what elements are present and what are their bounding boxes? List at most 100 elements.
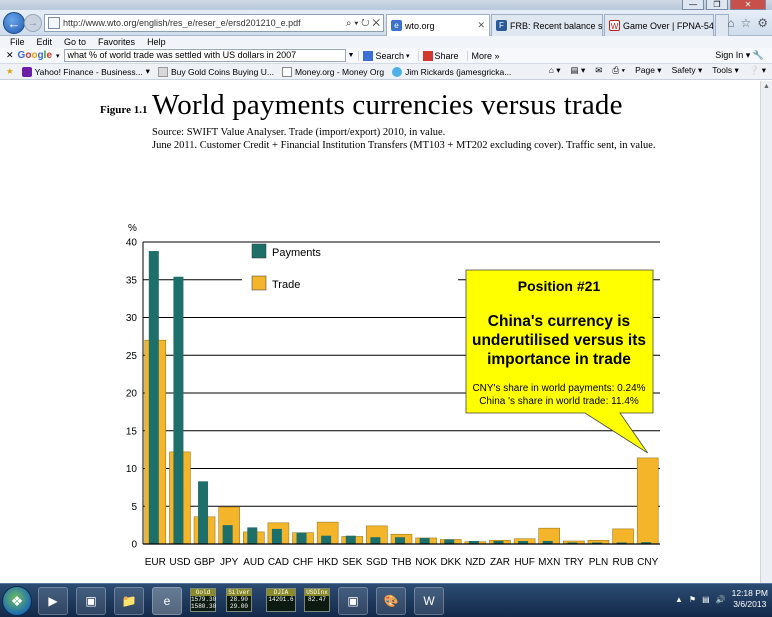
favorite-jim-rickards[interactable]: Jim Rickards (jamesgricka... <box>392 66 512 77</box>
explorer-icon[interactable]: 📁 <box>114 587 144 615</box>
search-label: Search <box>375 50 404 61</box>
favorites-star-icon[interactable]: ☆ <box>740 16 751 30</box>
vertical-scrollbar[interactable]: ▲ <box>760 81 772 583</box>
x-tick-label: PLN <box>589 557 608 568</box>
google-search-input[interactable]: what % of world trade was settled with U… <box>63 49 346 62</box>
y-tick-label: 0 <box>131 540 137 551</box>
menu-safety[interactable]: Safety ▾ <box>672 65 703 76</box>
help-icon[interactable]: ❔ ▾ <box>749 65 766 76</box>
tab-wto[interactable]: e wto.org ✕ <box>386 14 490 36</box>
clock-date: 3/6/2013 <box>733 599 767 609</box>
media-player-icon[interactable]: ▶ <box>38 587 68 615</box>
menu-file[interactable]: File <box>10 37 25 47</box>
network-icon[interactable]: ▤ <box>702 595 710 604</box>
home-icon[interactable]: ⌂ <box>727 16 734 30</box>
gadget-usd-index[interactable]: USDInx 82.47 <box>304 588 330 612</box>
print-icon[interactable]: ⎙ ▾ <box>612 65 625 76</box>
volume-icon[interactable]: 🔊 <box>716 595 726 604</box>
address-actions[interactable]: ⌕ ▾ ↻ ✕ <box>343 18 383 29</box>
bar-payments-eur <box>148 251 159 544</box>
close-tab-icon[interactable]: ✕ <box>477 20 485 31</box>
home-page-icon[interactable]: ⌂ ▾ <box>549 65 561 76</box>
navigation-bar: ← → http://www.wto.org/english/res_e/res… <box>0 10 772 36</box>
pdf-icon: e <box>391 20 402 31</box>
x-tick-label: USD <box>169 557 190 568</box>
tab-game-over[interactable]: W Game Over | FPNA-5452116 <box>604 14 714 36</box>
bar-payments-nok <box>419 537 430 544</box>
close-window-button[interactable]: ✕ <box>730 0 766 10</box>
notes-app-icon[interactable]: ▣ <box>76 587 106 615</box>
google-dropdown-icon[interactable]: ▾ <box>56 52 60 60</box>
command-bar: ⌂ ▾ ▤ ▾ ✉ ⎙ ▾ Page ▾ Safety ▾ Tools ▾ ❔ … <box>549 65 766 76</box>
back-button[interactable]: ← <box>3 12 25 34</box>
bar-payments-hkd <box>321 535 332 544</box>
y-tick-label: 15 <box>126 426 138 437</box>
menu-edit[interactable]: Edit <box>37 37 53 47</box>
bar-payments-aud <box>247 527 258 544</box>
minimize-button[interactable]: — <box>682 0 704 10</box>
search-history-dropdown-icon[interactable]: ▼ <box>348 52 355 59</box>
favorite-label: Yahoo! Finance - Business... <box>34 66 143 77</box>
favorite-money-org[interactable]: Money.org - Money Org <box>281 66 384 77</box>
notes-app-icon-2[interactable]: ▣ <box>338 587 368 615</box>
wrench-icon[interactable]: 🔧 <box>753 50 764 60</box>
y-tick-label: 5 <box>131 502 137 513</box>
address-url[interactable]: http://www.wto.org/english/res_e/reser_e… <box>63 18 343 28</box>
favorite-label: Jim Rickards (jamesgricka... <box>405 66 512 77</box>
page-icon <box>48 17 60 29</box>
favorite-yahoo-finance[interactable]: Yahoo! Finance - Business... ▾ <box>21 66 150 77</box>
feeds-icon[interactable]: ▤ ▾ <box>571 65 586 76</box>
close-toolbar-icon[interactable]: ✕ <box>6 50 14 61</box>
gadget-silver[interactable]: Silver 28.90 29.00 <box>226 588 252 612</box>
callout-body: China's currency is underutilised versus … <box>472 313 646 368</box>
menu-goto[interactable]: Go to <box>64 37 86 47</box>
x-tick-label: RUB <box>613 557 634 568</box>
flag-icon[interactable]: ⚑ <box>689 595 696 604</box>
menu-bar: File Edit Go to Favorites Help <box>0 36 772 48</box>
pdf-viewer[interactable]: Figure 1.1 World payments currencies ver… <box>0 81 772 583</box>
favorites-star-icon[interactable]: ★ <box>6 66 14 77</box>
x-tick-label: MXN <box>538 557 560 568</box>
menu-page[interactable]: Page ▾ <box>635 65 661 76</box>
paint-icon[interactable]: 🎨 <box>376 587 406 615</box>
share-button[interactable]: Share <box>417 50 463 61</box>
browser-toolbar-right: ⌂ ☆ ⚙ <box>727 16 768 30</box>
address-bar[interactable]: http://www.wto.org/english/res_e/reser_e… <box>44 14 384 32</box>
restore-button[interactable]: ❐ <box>706 0 728 10</box>
frb-icon: F <box>496 20 507 31</box>
start-button[interactable]: ❖ <box>2 586 32 616</box>
bar-payments-sgd <box>370 537 381 544</box>
sign-in-link[interactable]: Sign In ▾ 🔧 <box>715 50 764 61</box>
gadget-gold[interactable]: Gold 1579.30 1580.30 <box>190 588 216 612</box>
share-icon <box>422 50 433 61</box>
menu-favorites[interactable]: Favorites <box>98 37 135 47</box>
bar-trade-rub <box>612 528 634 545</box>
forward-button[interactable]: → <box>24 14 42 32</box>
tab-label: FRB: Recent balance sheet ... <box>510 20 603 31</box>
menu-help[interactable]: Help <box>147 37 166 47</box>
internet-explorer-icon[interactable]: e <box>152 587 182 615</box>
gear-icon[interactable]: ⚙ <box>757 16 768 30</box>
scroll-up-icon[interactable]: ▲ <box>761 81 772 93</box>
x-tick-label: CNY <box>637 557 658 568</box>
word-icon[interactable]: W <box>414 587 444 615</box>
google-search-button[interactable]: Search ▾ <box>358 50 413 61</box>
x-tick-label: HUF <box>514 557 535 568</box>
clock[interactable]: 12:18 PM 3/6/2013 <box>732 588 768 610</box>
show-hidden-icons[interactable]: ▲ <box>675 595 683 604</box>
callout-box: Position #21 China's currency is underutil… <box>465 269 654 454</box>
y-tick-label: 10 <box>126 464 138 475</box>
gadget-value: 1580.30 <box>191 603 217 610</box>
gold-coins-icon <box>157 66 168 77</box>
chart-legend: Payments Trade <box>242 243 458 292</box>
callout-body-line: importance in trade <box>487 351 631 368</box>
y-axis-label: % <box>128 223 137 234</box>
more-button[interactable]: More » <box>466 50 504 61</box>
x-tick-label: SGD <box>366 557 388 568</box>
tab-frb[interactable]: F FRB: Recent balance sheet ... <box>491 14 603 36</box>
read-mail-icon[interactable]: ✉ <box>595 65 602 76</box>
menu-tools[interactable]: Tools ▾ <box>712 65 738 76</box>
favorite-buy-gold-coins[interactable]: Buy Gold Coins Buying U... <box>157 66 274 77</box>
gadget-djia[interactable]: DJIA 14201.6 <box>266 588 296 612</box>
x-tick-label: NZD <box>465 557 486 568</box>
